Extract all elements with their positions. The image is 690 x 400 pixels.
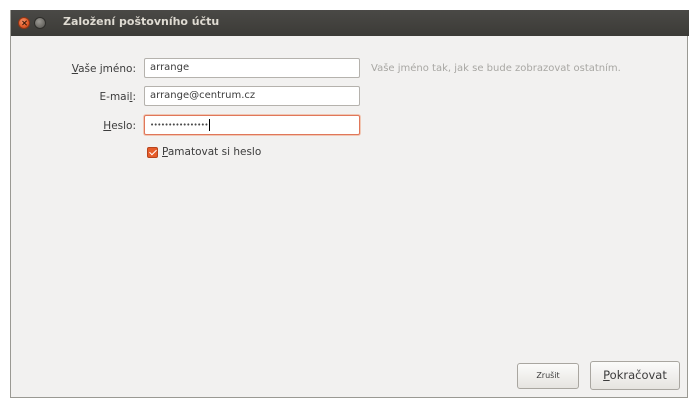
- name-field[interactable]: arrange: [144, 58, 360, 78]
- name-field-value: arrange: [150, 62, 190, 73]
- window-title: Založení poštovního účtu: [63, 15, 220, 28]
- password-field[interactable]: ••••••••••••••••: [144, 115, 360, 135]
- name-label: Vaše jméno:: [36, 63, 136, 75]
- email-label: E-mail:: [36, 91, 136, 103]
- minimize-icon[interactable]: [34, 17, 46, 29]
- password-label-text: eslo:: [111, 120, 136, 132]
- name-hint: Vaše jméno tak, jak se bude zobrazovat o…: [371, 63, 621, 74]
- email-field[interactable]: arrange@centrum.cz: [144, 86, 360, 106]
- text-caret: [209, 119, 211, 131]
- password-label: Heslo:: [36, 120, 136, 132]
- continue-button[interactable]: Pokračovat: [590, 361, 680, 390]
- remember-password-checkbox[interactable]: [147, 147, 158, 158]
- password-label-mnemonic: H: [103, 120, 112, 132]
- continue-button-label: okračovat: [609, 368, 667, 382]
- cancel-button[interactable]: Zrušit: [517, 363, 579, 389]
- account-setup-dialog: Založení poštovního účtu Vaše jméno: arr…: [10, 10, 689, 398]
- cancel-button-label: Zrušit: [536, 371, 560, 380]
- email-field-value: arrange@centrum.cz: [150, 90, 256, 101]
- password-field-value: ••••••••••••••••: [150, 121, 209, 129]
- email-label-colon: :: [132, 91, 136, 103]
- remember-password-label[interactable]: Pamatovat si heslo: [162, 146, 261, 158]
- name-label-text: aše jméno:: [78, 63, 136, 75]
- remember-label-text: amatovat si heslo: [167, 146, 262, 158]
- close-icon[interactable]: [18, 17, 30, 29]
- title-bar: Založení poštovního účtu: [11, 10, 689, 36]
- email-label-text: E-mai: [99, 91, 130, 103]
